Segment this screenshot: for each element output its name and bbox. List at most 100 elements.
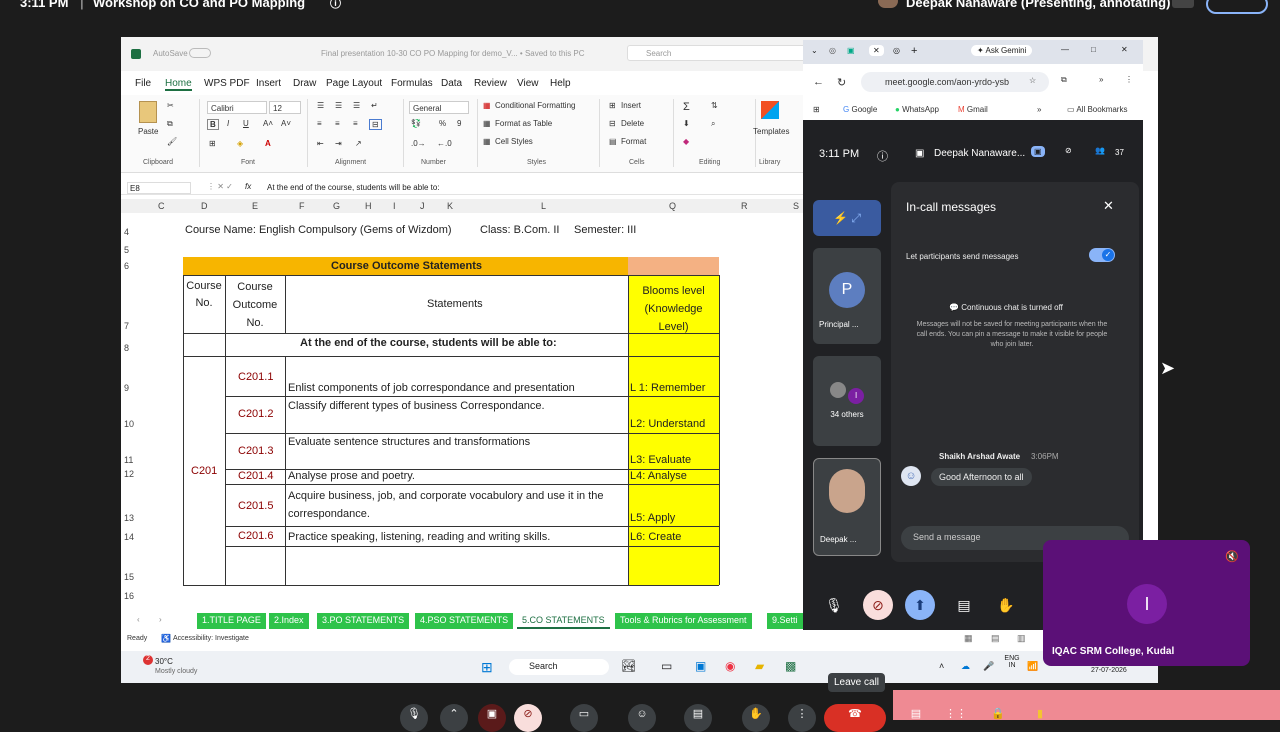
store-icon[interactable]: ▣ [695,659,706,673]
co-code-cell[interactable]: C201.1 [238,371,273,383]
format-painter-icon[interactable]: 🖌 [167,137,177,146]
col-header[interactable]: F [299,201,305,211]
col-header[interactable]: G [333,201,340,211]
col-header[interactable]: J [420,201,425,211]
tab-search-icon[interactable]: ⌄ [811,46,818,55]
annotation-tools[interactable]: ⚡ ⤢ [813,200,881,236]
co-statement-cell[interactable]: Evaluate sentence structures and transfo… [288,436,530,448]
page-layout-view-icon[interactable]: ▤ [991,633,1000,644]
weather-desc[interactable]: Mostly cloudy [155,668,197,675]
camera-icon[interactable]: ▣ [478,704,506,732]
semester-cell[interactable]: Semester: III [574,224,636,236]
co-level-cell[interactable]: L5: Apply [630,512,675,524]
font-color-icon[interactable]: A [265,139,271,148]
orientation-icon[interactable]: ↗ [355,139,362,148]
row-header[interactable]: 9 [124,383,129,393]
row-header[interactable]: 5 [124,245,129,255]
captions-icon[interactable]: ▭ [570,704,598,732]
row-header[interactable]: 7 [124,321,129,331]
align-top-icon[interactable]: ☰ [317,101,324,110]
cell-styles-icon[interactable]: ▦ [483,137,491,146]
extensions-icon[interactable]: ⧉ [1061,75,1067,85]
taskbar-search[interactable]: Search [509,659,609,675]
formula-input[interactable]: At the end of the course, students will … [267,183,440,192]
fill-icon[interactable]: ⬇ [683,119,690,128]
align-bottom-icon[interactable]: ☰ [353,101,360,110]
raise-hand-icon[interactable] [1172,0,1194,8]
co-code-cell[interactable]: C201.3 [238,445,273,457]
camera-off-button[interactable]: ⊘ [863,590,893,620]
col-header[interactable]: C [158,201,165,211]
decrease-decimal-icon[interactable]: ←.0 [437,139,452,148]
menu-review[interactable]: Review [474,78,507,89]
back-icon[interactable]: ← [813,76,824,88]
camera-off-icon[interactable]: ⊘ [514,704,542,732]
hdr-course-no[interactable]: Course No. [185,278,223,312]
tray-chevron-icon[interactable]: ˄ [939,661,944,671]
sheet-tab[interactable]: 2.Index [269,613,309,629]
sheet-tab[interactable]: 3.PO STATEMENTS [317,613,410,629]
captions-icon[interactable]: ▣ [1031,146,1045,157]
minimize-icon[interactable]: — [1061,45,1069,54]
co-level-cell[interactable]: L6: Create [630,531,681,543]
menu-wps-pdf[interactable]: WPS PDF [204,78,250,89]
col-header[interactable]: K [447,201,453,211]
align-right-icon[interactable]: ≡ [353,119,358,128]
lock-icon[interactable]: 🔒 [984,704,1012,732]
presenter-chip[interactable]: Deepak Nanaware... [934,148,1025,159]
format-as-table-button[interactable]: Format as Table [495,119,552,128]
co-level-cell[interactable]: L4: Analyse [630,470,687,482]
co-statement-cell[interactable]: Analyse prose and poetry. [288,470,415,482]
col-header[interactable]: I [393,201,396,211]
align-middle-icon[interactable]: ☰ [335,101,342,110]
format-table-icon[interactable]: ▦ [483,119,491,128]
reload-icon[interactable]: ↻ [837,76,846,89]
raise-hand-icon[interactable]: ✋ [742,704,770,732]
col-header[interactable]: H [365,201,372,211]
normal-view-icon[interactable]: ▦ [964,633,973,644]
hdr-statements[interactable]: Statements [427,298,483,310]
send-messages-toggle[interactable]: ✓ [1089,248,1115,262]
row-header[interactable]: 12 [124,469,134,479]
row-header[interactable]: 14 [124,532,134,542]
close-panel-icon[interactable]: ✕ [1103,198,1114,214]
copy-icon[interactable]: ⧉ [167,119,173,129]
paste-icon[interactable] [139,101,157,123]
leave-call-button[interactable]: ☎ [824,704,886,732]
mic-icon[interactable]: 🎙 [400,704,428,732]
people-icon[interactable]: ⋮⋮ [942,704,970,732]
col-header[interactable]: Q [669,201,676,211]
maximize-icon[interactable]: □ [1091,45,1096,54]
co-level-cell[interactable]: L 1: Remember [630,382,705,394]
font-name-select[interactable]: Calibri [207,101,267,114]
course-name-cell[interactable]: Course Name: English Compulsory (Gems of… [185,224,452,236]
all-bookmarks[interactable]: ▭ All Bookmarks [1067,105,1127,114]
row-header[interactable]: 10 [124,419,134,429]
tray-date[interactable]: 27-07-2026 [1091,667,1127,674]
fill-color-icon[interactable]: ◈ [237,139,243,148]
new-tab-icon[interactable]: + [911,45,917,57]
number-format-select[interactable]: General [409,101,469,114]
sheet-tab[interactable]: Tools & Rubrics for Assessment [615,613,752,629]
format-cells-button[interactable]: Format [621,137,646,146]
conditional-formatting-icon[interactable]: ▦ [483,101,491,110]
percent-icon[interactable]: % [439,119,446,128]
hdr-blooms[interactable]: Blooms level (Knowledge Level) [630,282,717,336]
raise-hand-button[interactable]: ✋ [991,590,1021,620]
co-code-cell[interactable]: C201.2 [238,408,273,420]
present-icon[interactable]: ▤ [684,704,712,732]
co-statement-cell[interactable]: Enlist components of job correspondance … [288,382,575,394]
insert-cells-icon[interactable]: ⊞ [609,101,616,110]
page-break-view-icon[interactable]: ▥ [1017,633,1026,644]
excel-search-input[interactable]: Search [627,45,827,61]
menu-help[interactable]: Help [550,78,571,89]
delete-cells-icon[interactable]: ⊟ [609,119,616,128]
wifi-icon[interactable]: 📶 [1027,661,1038,672]
co-level-cell[interactable]: L3: Evaluate [630,454,691,466]
col-header[interactable]: R [741,201,748,211]
bookmark-whatsapp[interactable]: ● WhatsApp [895,105,939,114]
col-header[interactable]: S [793,201,799,211]
co-statement-cell[interactable]: Acquire business, job, and corporate voc… [288,487,623,523]
onedrive-icon[interactable]: ☁ [961,661,970,672]
file-explorer-icon[interactable]: ▰ [755,659,764,673]
